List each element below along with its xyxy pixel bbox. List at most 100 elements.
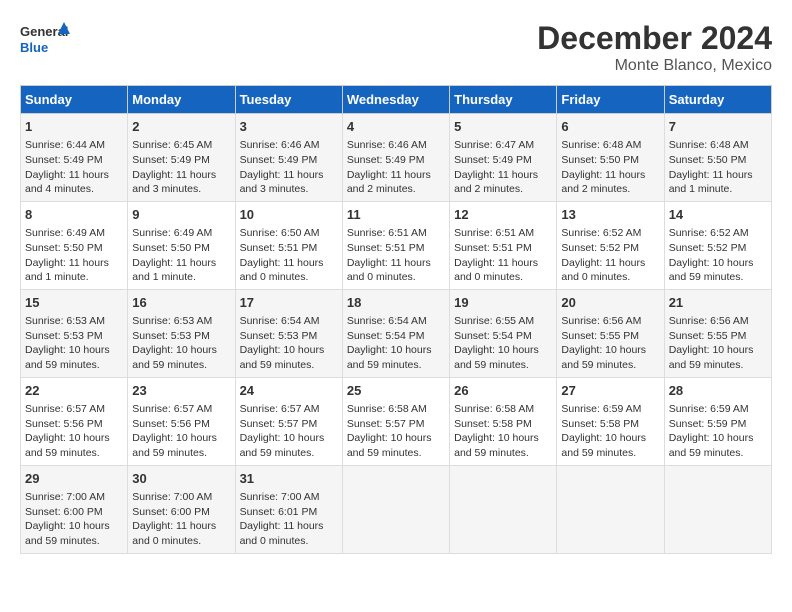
- sunset-label: Sunset: 5:52 PM: [669, 242, 747, 254]
- calendar-cell-2-6: 21 Sunrise: 6:56 AM Sunset: 5:55 PM Dayl…: [664, 289, 771, 377]
- day-number: 29: [25, 470, 123, 488]
- day-number: 25: [347, 382, 445, 400]
- sunrise-label: Sunrise: 6:53 AM: [25, 315, 105, 327]
- sunset-label: Sunset: 5:51 PM: [240, 242, 318, 254]
- sunrise-label: Sunrise: 6:46 AM: [240, 139, 320, 151]
- sunset-label: Sunset: 5:51 PM: [347, 242, 425, 254]
- logo-svg: General Blue: [20, 20, 70, 64]
- sunrise-label: Sunrise: 6:56 AM: [561, 315, 641, 327]
- daylight-label: Daylight: 11 hours and 2 minutes.: [347, 169, 431, 196]
- calendar-cell-3-4: 26 Sunrise: 6:58 AM Sunset: 5:58 PM Dayl…: [450, 377, 557, 465]
- day-number: 5: [454, 118, 552, 136]
- daylight-label: Daylight: 10 hours and 59 minutes.: [561, 344, 646, 371]
- day-number: 24: [240, 382, 338, 400]
- sunset-label: Sunset: 5:56 PM: [25, 418, 103, 430]
- daylight-label: Daylight: 10 hours and 59 minutes.: [454, 344, 539, 371]
- daylight-label: Daylight: 11 hours and 0 minutes.: [240, 520, 324, 547]
- calendar-cell-4-6: [664, 465, 771, 553]
- daylight-label: Daylight: 11 hours and 0 minutes.: [454, 257, 538, 284]
- daylight-label: Daylight: 10 hours and 59 minutes.: [347, 344, 432, 371]
- sunset-label: Sunset: 5:54 PM: [347, 330, 425, 342]
- calendar-cell-2-3: 18 Sunrise: 6:54 AM Sunset: 5:54 PM Dayl…: [342, 289, 449, 377]
- sunrise-label: Sunrise: 6:54 AM: [347, 315, 427, 327]
- calendar-cell-4-3: [342, 465, 449, 553]
- daylight-label: Daylight: 11 hours and 3 minutes.: [240, 169, 324, 196]
- calendar-cell-1-5: 13 Sunrise: 6:52 AM Sunset: 5:52 PM Dayl…: [557, 201, 664, 289]
- day-number: 8: [25, 206, 123, 224]
- sunset-label: Sunset: 5:49 PM: [132, 154, 210, 166]
- day-number: 19: [454, 294, 552, 312]
- sunrise-label: Sunrise: 6:48 AM: [561, 139, 641, 151]
- sunrise-label: Sunrise: 6:52 AM: [669, 227, 749, 239]
- daylight-label: Daylight: 11 hours and 3 minutes.: [132, 169, 216, 196]
- sunrise-label: Sunrise: 6:49 AM: [25, 227, 105, 239]
- sunset-label: Sunset: 5:53 PM: [132, 330, 210, 342]
- sunrise-label: Sunrise: 6:53 AM: [132, 315, 212, 327]
- sunrise-label: Sunrise: 6:52 AM: [561, 227, 641, 239]
- week-row-3: 15 Sunrise: 6:53 AM Sunset: 5:53 PM Dayl…: [21, 289, 772, 377]
- daylight-label: Daylight: 11 hours and 1 minute.: [25, 257, 109, 284]
- week-row-5: 29 Sunrise: 7:00 AM Sunset: 6:00 PM Dayl…: [21, 465, 772, 553]
- col-tuesday: Tuesday: [235, 86, 342, 114]
- col-sunday: Sunday: [21, 86, 128, 114]
- svg-text:Blue: Blue: [20, 40, 48, 55]
- sunrise-label: Sunrise: 6:58 AM: [454, 403, 534, 415]
- day-number: 2: [132, 118, 230, 136]
- calendar-cell-2-4: 19 Sunrise: 6:55 AM Sunset: 5:54 PM Dayl…: [450, 289, 557, 377]
- calendar-cell-1-3: 11 Sunrise: 6:51 AM Sunset: 5:51 PM Dayl…: [342, 201, 449, 289]
- calendar-cell-0-1: 2 Sunrise: 6:45 AM Sunset: 5:49 PM Dayli…: [128, 114, 235, 202]
- daylight-label: Daylight: 10 hours and 59 minutes.: [240, 432, 325, 459]
- daylight-label: Daylight: 11 hours and 0 minutes.: [132, 520, 216, 547]
- day-number: 30: [132, 470, 230, 488]
- day-number: 12: [454, 206, 552, 224]
- day-number: 27: [561, 382, 659, 400]
- calendar-cell-0-5: 6 Sunrise: 6:48 AM Sunset: 5:50 PM Dayli…: [557, 114, 664, 202]
- daylight-label: Daylight: 11 hours and 2 minutes.: [454, 169, 538, 196]
- calendar-cell-0-6: 7 Sunrise: 6:48 AM Sunset: 5:50 PM Dayli…: [664, 114, 771, 202]
- day-number: 28: [669, 382, 767, 400]
- day-number: 7: [669, 118, 767, 136]
- calendar-cell-3-2: 24 Sunrise: 6:57 AM Sunset: 5:57 PM Dayl…: [235, 377, 342, 465]
- sunrise-label: Sunrise: 7:00 AM: [25, 491, 105, 503]
- col-thursday: Thursday: [450, 86, 557, 114]
- day-number: 11: [347, 206, 445, 224]
- daylight-label: Daylight: 10 hours and 59 minutes.: [25, 344, 110, 371]
- calendar-cell-4-5: [557, 465, 664, 553]
- col-friday: Friday: [557, 86, 664, 114]
- day-number: 18: [347, 294, 445, 312]
- day-number: 23: [132, 382, 230, 400]
- daylight-label: Daylight: 10 hours and 59 minutes.: [132, 432, 217, 459]
- calendar-cell-4-0: 29 Sunrise: 7:00 AM Sunset: 6:00 PM Dayl…: [21, 465, 128, 553]
- daylight-label: Daylight: 10 hours and 59 minutes.: [25, 520, 110, 547]
- daylight-label: Daylight: 11 hours and 2 minutes.: [561, 169, 645, 196]
- day-number: 16: [132, 294, 230, 312]
- daylight-label: Daylight: 10 hours and 59 minutes.: [347, 432, 432, 459]
- calendar-cell-2-1: 16 Sunrise: 6:53 AM Sunset: 5:53 PM Dayl…: [128, 289, 235, 377]
- calendar-cell-1-0: 8 Sunrise: 6:49 AM Sunset: 5:50 PM Dayli…: [21, 201, 128, 289]
- daylight-label: Daylight: 11 hours and 0 minutes.: [561, 257, 645, 284]
- week-row-4: 22 Sunrise: 6:57 AM Sunset: 5:56 PM Dayl…: [21, 377, 772, 465]
- sunset-label: Sunset: 5:54 PM: [454, 330, 532, 342]
- logo: General Blue: [20, 20, 70, 64]
- calendar-cell-1-6: 14 Sunrise: 6:52 AM Sunset: 5:52 PM Dayl…: [664, 201, 771, 289]
- title-block: December 2024 Monte Blanco, Mexico: [537, 20, 772, 75]
- page-title: December 2024: [537, 20, 772, 57]
- sunset-label: Sunset: 5:49 PM: [240, 154, 318, 166]
- sunrise-label: Sunrise: 6:51 AM: [454, 227, 534, 239]
- daylight-label: Daylight: 11 hours and 0 minutes.: [240, 257, 324, 284]
- calendar-cell-3-5: 27 Sunrise: 6:59 AM Sunset: 5:58 PM Dayl…: [557, 377, 664, 465]
- calendar-cell-3-3: 25 Sunrise: 6:58 AM Sunset: 5:57 PM Dayl…: [342, 377, 449, 465]
- sunrise-label: Sunrise: 6:57 AM: [240, 403, 320, 415]
- day-number: 17: [240, 294, 338, 312]
- calendar-cell-1-1: 9 Sunrise: 6:49 AM Sunset: 5:50 PM Dayli…: [128, 201, 235, 289]
- day-number: 4: [347, 118, 445, 136]
- sunset-label: Sunset: 5:49 PM: [25, 154, 103, 166]
- calendar-cell-2-0: 15 Sunrise: 6:53 AM Sunset: 5:53 PM Dayl…: [21, 289, 128, 377]
- sunrise-label: Sunrise: 6:49 AM: [132, 227, 212, 239]
- calendar-cell-0-0: 1 Sunrise: 6:44 AM Sunset: 5:49 PM Dayli…: [21, 114, 128, 202]
- calendar-cell-1-4: 12 Sunrise: 6:51 AM Sunset: 5:51 PM Dayl…: [450, 201, 557, 289]
- page-subtitle: Monte Blanco, Mexico: [537, 57, 772, 75]
- daylight-label: Daylight: 11 hours and 1 minute.: [132, 257, 216, 284]
- day-number: 13: [561, 206, 659, 224]
- sunset-label: Sunset: 5:51 PM: [454, 242, 532, 254]
